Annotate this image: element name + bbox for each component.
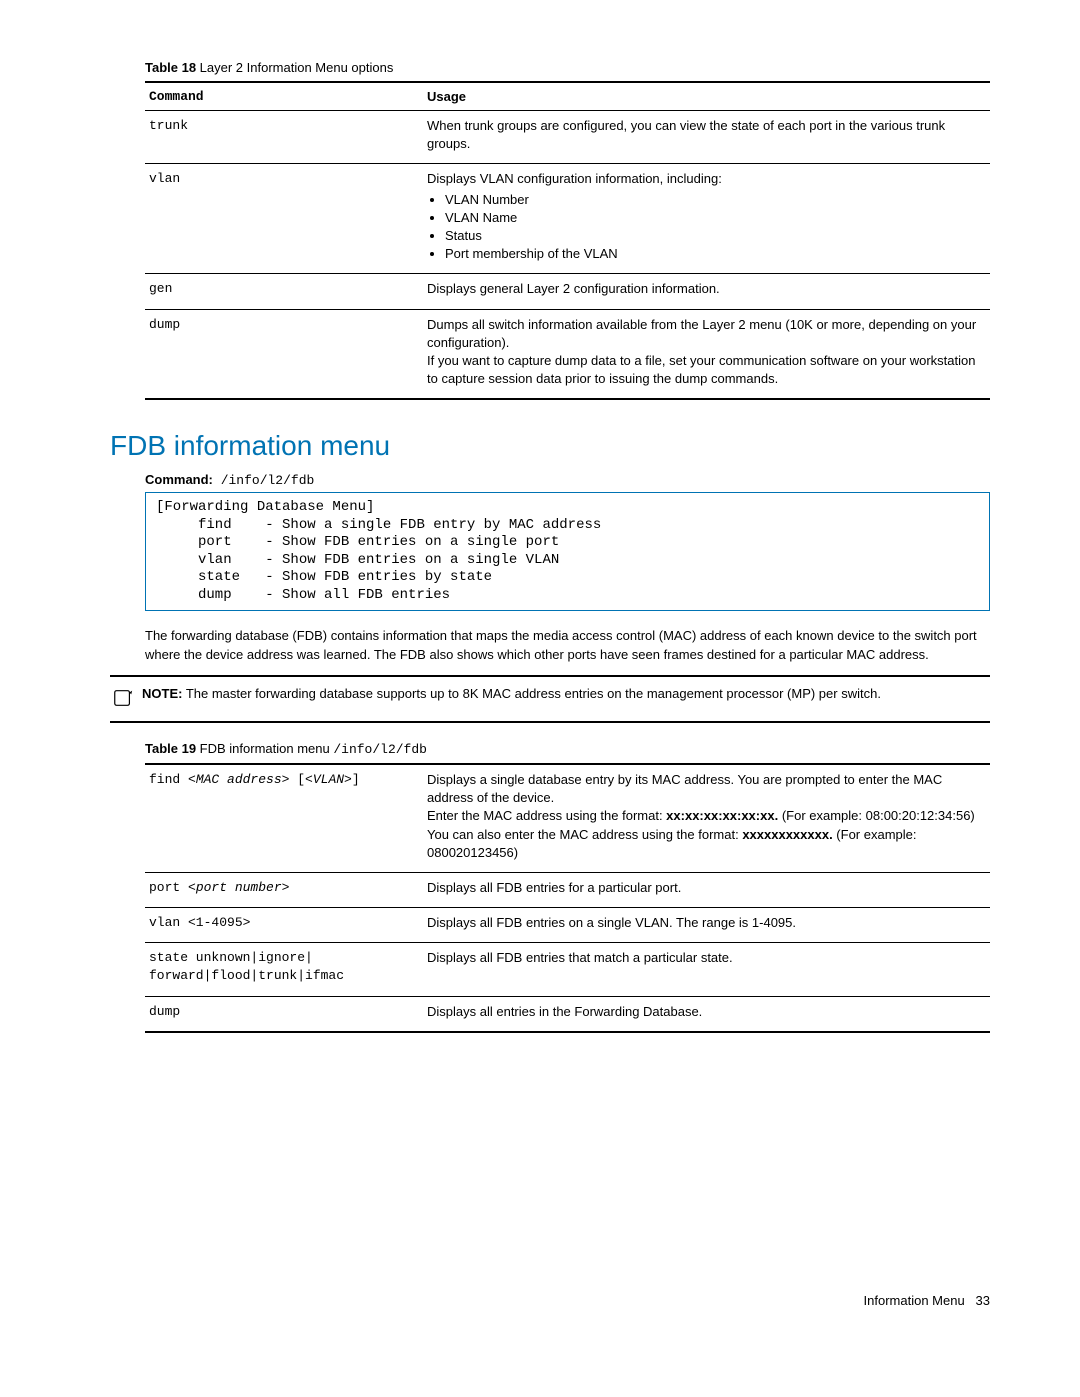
cmd-lit: ] — [352, 772, 360, 787]
cmd-cell: vlan — [145, 164, 423, 274]
usage-line-b: If you want to capture dump data to a fi… — [427, 353, 975, 386]
cmd-arg: <port number> — [188, 880, 289, 895]
usage-line-a: Dumps all switch information available f… — [427, 317, 976, 350]
usage-cell: Displays VLAN configuration information,… — [423, 164, 990, 274]
cmd-cell: port <port number> — [145, 872, 423, 907]
note-text: NOTE: The master forwarding database sup… — [136, 685, 990, 704]
cmd-arg: <MAC address> — [188, 772, 289, 787]
note-body: The master forwarding database supports … — [182, 686, 880, 701]
footer-label: Information Menu — [864, 1293, 965, 1308]
table-row: find <MAC address> [<VLAN>] Displays a s… — [145, 764, 990, 872]
cmd-lit: [ — [289, 772, 305, 787]
usage-cell: Displays a single database entry by its … — [423, 764, 990, 872]
cmd-lit: port — [149, 880, 188, 895]
code-block: [Forwarding Database Menu] find - Show a… — [145, 492, 990, 611]
cmd-cell: vlan <1-4095> — [145, 908, 423, 943]
usage-cell: When trunk groups are configured, you ca… — [423, 111, 990, 164]
usage-intro: Displays VLAN configuration information,… — [427, 171, 722, 186]
command-line: Command: /info/l2/fdb — [145, 472, 990, 488]
table-row: vlan <1-4095> Displays all FDB entries o… — [145, 908, 990, 943]
command-label: Command: — [145, 472, 213, 487]
cmd-cell: dump — [145, 996, 423, 1032]
body-paragraph: The forwarding database (FDB) contains i… — [145, 627, 990, 665]
usage-line: (For example: 08:00:20:12:34:56) — [778, 808, 975, 823]
list-item: Status — [445, 227, 986, 245]
table-18-caption: Table 18 Layer 2 Information Menu option… — [110, 60, 990, 75]
list-item: VLAN Name — [445, 209, 986, 227]
table-19-number: Table 19 — [145, 741, 196, 756]
list-item: VLAN Number — [445, 191, 986, 209]
note-icon — [110, 687, 136, 713]
usage-line: Displays a single database entry by its … — [427, 772, 942, 805]
footer-page: 33 — [976, 1293, 990, 1308]
usage-cell: Displays all entries in the Forwarding D… — [423, 996, 990, 1032]
table-18: Command Usage trunk When trunk groups ar… — [145, 81, 990, 400]
usage-line: You can also enter the MAC address using… — [427, 827, 742, 842]
table-row: gen Displays general Layer 2 configurati… — [145, 274, 990, 309]
usage-cell: Displays all FDB entries on a single VLA… — [423, 908, 990, 943]
usage-bold: xx:xx:xx:xx:xx:xx. — [666, 808, 778, 823]
table-18-header-usage: Usage — [423, 82, 990, 111]
table-19-code: /info/l2/fdb — [333, 742, 427, 757]
note-label: NOTE: — [142, 686, 182, 701]
table-19: find <MAC address> [<VLAN>] Displays a s… — [145, 763, 990, 1033]
table-18-title: Layer 2 Information Menu options — [196, 60, 393, 75]
table-row: dump Dumps all switch information availa… — [145, 309, 990, 399]
cmd-cell: gen — [145, 274, 423, 309]
usage-list: VLAN Number VLAN Name Status Port member… — [445, 191, 986, 264]
note-block: NOTE: The master forwarding database sup… — [110, 675, 990, 723]
usage-cell: Displays all FDB entries for a particula… — [423, 872, 990, 907]
table-18-number: Table 18 — [145, 60, 196, 75]
table-18-header-command: Command — [145, 82, 423, 111]
list-item: Port membership of the VLAN — [445, 245, 986, 263]
cmd-arg: <VLAN> — [305, 772, 352, 787]
usage-bold: xxxxxxxxxxxx. — [742, 827, 832, 842]
usage-cell: Displays all FDB entries that match a pa… — [423, 943, 990, 996]
table-row: vlan Displays VLAN configuration informa… — [145, 164, 990, 274]
section-heading-fdb: FDB information menu — [110, 430, 990, 462]
cmd-cell: trunk — [145, 111, 423, 164]
table-19-title: FDB information menu — [196, 741, 333, 756]
usage-cell: Dumps all switch information available f… — [423, 309, 990, 399]
cmd-cell: find <MAC address> [<VLAN>] — [145, 764, 423, 872]
usage-line: Enter the MAC address using the format: — [427, 808, 666, 823]
cmd-lit: find — [149, 772, 188, 787]
table-row: port <port number> Displays all FDB entr… — [145, 872, 990, 907]
table-19-caption: Table 19 FDB information menu /info/l2/f… — [110, 741, 990, 757]
table-row: trunk When trunk groups are configured, … — [145, 111, 990, 164]
page-footer: Information Menu 33 — [110, 1293, 990, 1308]
usage-cell: Displays general Layer 2 configuration i… — [423, 274, 990, 309]
cmd-cell: dump — [145, 309, 423, 399]
table-row: state unknown|ignore| forward|flood|trun… — [145, 943, 990, 996]
cmd-cell: state unknown|ignore| forward|flood|trun… — [145, 943, 423, 996]
table-row: dump Displays all entries in the Forward… — [145, 996, 990, 1032]
command-path: /info/l2/fdb — [213, 473, 314, 488]
